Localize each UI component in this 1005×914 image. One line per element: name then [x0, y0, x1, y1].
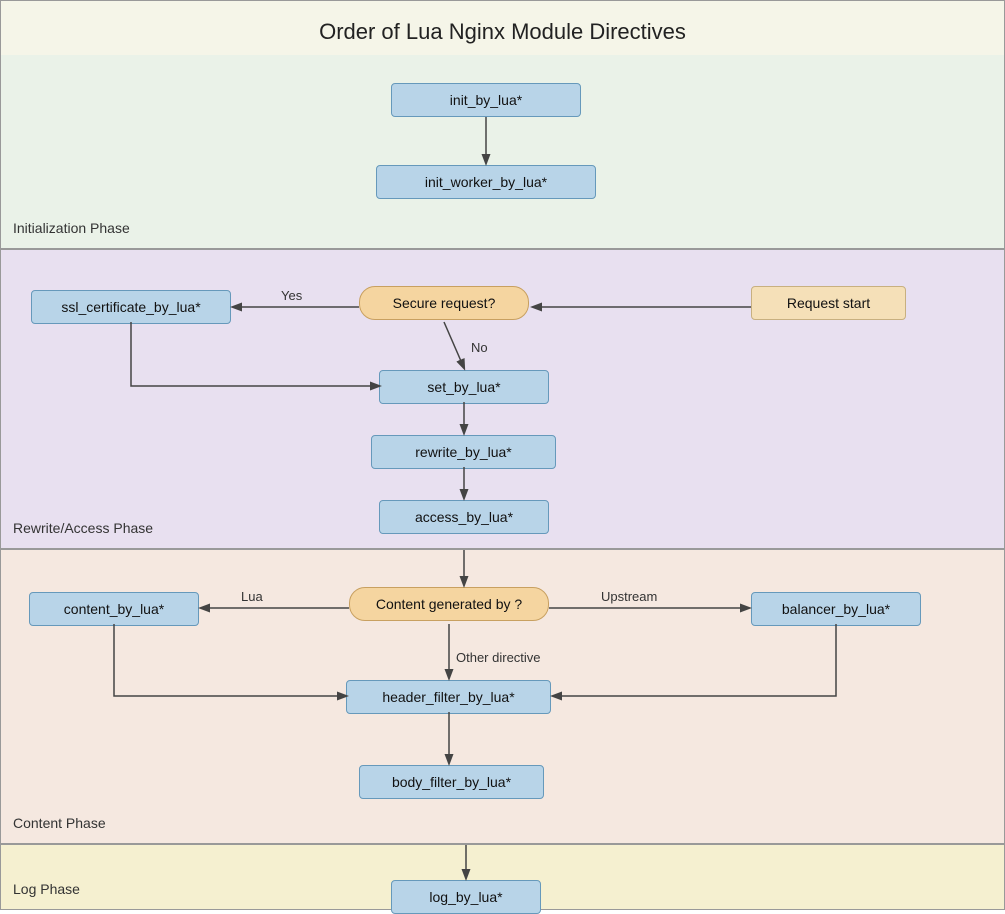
svg-text:Other directive: Other directive: [456, 650, 541, 665]
phase-log: Log Phase log_by_lua*: [1, 845, 1004, 909]
diagram-container: Order of Lua Nginx Module Directives Ini…: [0, 0, 1005, 910]
node-body-filter-by-lua: body_filter_by_lua*: [359, 765, 544, 799]
node-request-start: Request start: [751, 286, 906, 320]
node-log-by-lua: log_by_lua*: [391, 880, 541, 914]
phase-rewrite: Rewrite/Access Phase ssl_certificate_by_…: [1, 250, 1004, 550]
phase-init-label: Initialization Phase: [13, 220, 130, 236]
svg-text:Yes: Yes: [281, 288, 303, 303]
node-set-by-lua: set_by_lua*: [379, 370, 549, 404]
diagram-title: Order of Lua Nginx Module Directives: [1, 1, 1004, 55]
node-header-filter-by-lua: header_filter_by_lua*: [346, 680, 551, 714]
node-access-by-lua: access_by_lua*: [379, 500, 549, 534]
node-ssl-cert: ssl_certificate_by_lua*: [31, 290, 231, 324]
phase-content: Content Phase content_by_lua* Content ge…: [1, 550, 1004, 845]
svg-text:No: No: [471, 340, 488, 355]
node-init-worker-by-lua: init_worker_by_lua*: [376, 165, 596, 199]
phase-content-label: Content Phase: [13, 815, 106, 831]
phase-rewrite-label: Rewrite/Access Phase: [13, 520, 153, 536]
node-content-by-lua: content_by_lua*: [29, 592, 199, 626]
svg-text:Upstream: Upstream: [601, 589, 657, 604]
node-balancer-by-lua: balancer_by_lua*: [751, 592, 921, 626]
svg-text:Lua: Lua: [241, 589, 263, 604]
node-rewrite-by-lua: rewrite_by_lua*: [371, 435, 556, 469]
phase-init: Initialization Phase init_by_lua* init_w…: [1, 55, 1004, 250]
node-init-by-lua: init_by_lua*: [391, 83, 581, 117]
phase-log-label: Log Phase: [13, 881, 80, 897]
node-content-gen: Content generated by ?: [349, 587, 549, 621]
node-secure-request: Secure request?: [359, 286, 529, 320]
